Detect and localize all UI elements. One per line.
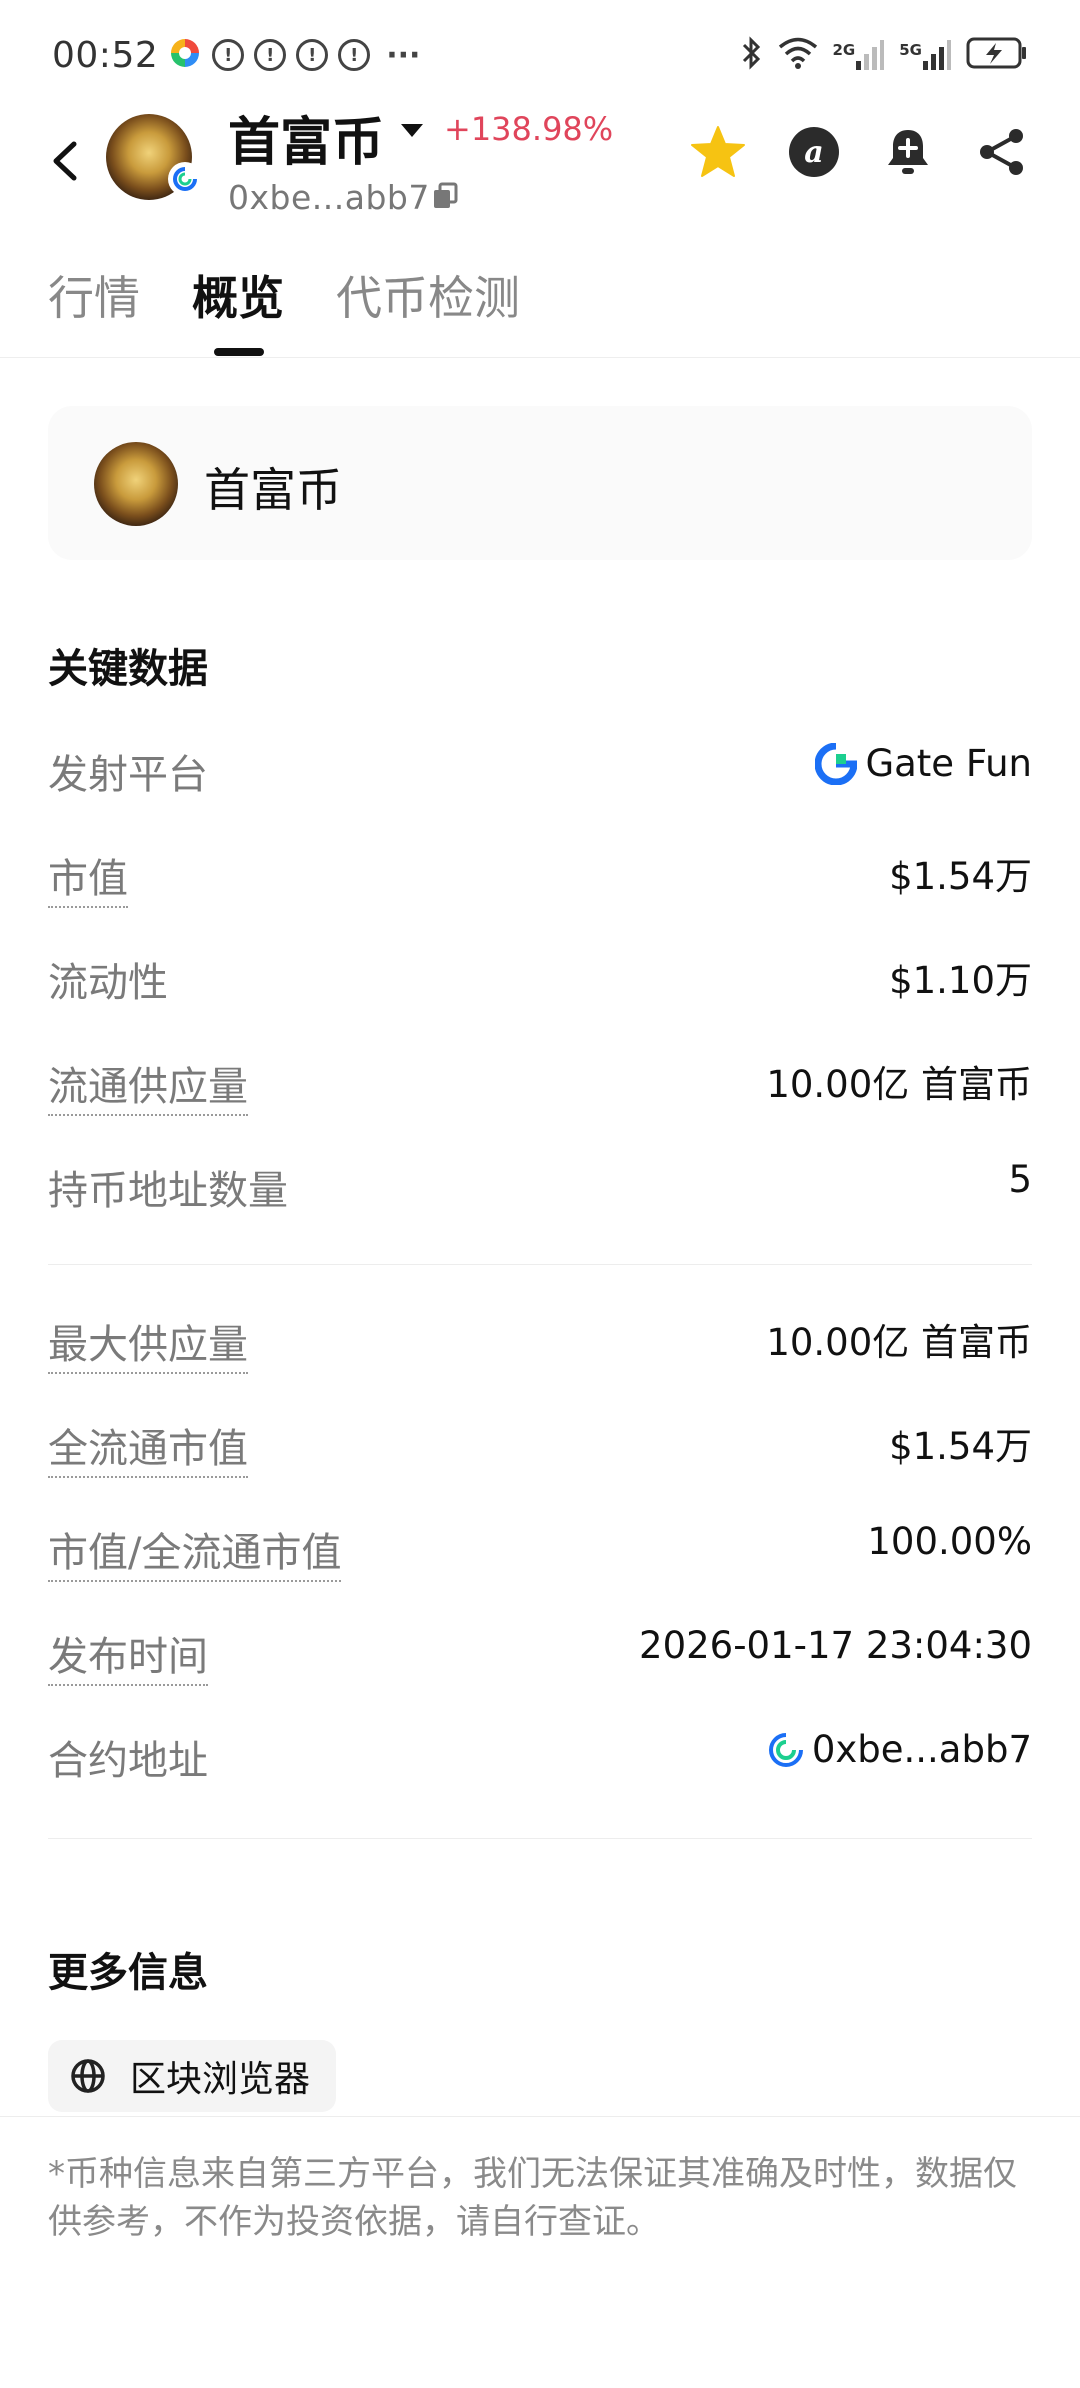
price-change-percent: +138.98% — [444, 110, 614, 148]
kv-value[interactable]: Gate Fun — [815, 742, 1032, 785]
share-icon — [980, 129, 1023, 175]
status-time: 00:52 — [52, 34, 159, 76]
ai-assistant-button[interactable]: a — [784, 122, 844, 182]
alert-notification-icon: ! — [296, 39, 329, 71]
active-tab-indicator — [214, 348, 264, 356]
kv-row-mc-fdv-ratio: 市值/全流通市值 100.00% — [48, 1514, 1032, 1582]
kv-label[interactable]: 市值 — [48, 846, 128, 908]
more-notifications-icon: ··· — [386, 37, 421, 73]
kv-value: 10.00亿 首富币 — [766, 1321, 1032, 1364]
signal-5g-icon: 5G — [899, 39, 952, 71]
copy-icon[interactable] — [432, 182, 458, 214]
kv-label: 流动性 — [48, 960, 168, 1006]
token-header: 首富币 +138.98% 0xbe...abb7 a — [0, 100, 1080, 230]
alert-notification-icon: ! — [254, 39, 287, 71]
star-icon — [691, 126, 745, 177]
token-avatar — [94, 442, 178, 526]
kv-value: 100.00% — [867, 1520, 1032, 1563]
kv-value: $1.10万 — [889, 959, 1032, 1002]
share-button[interactable] — [972, 122, 1032, 182]
chevron-left-icon — [53, 141, 77, 181]
block-explorer-button[interactable]: 区块浏览器 — [48, 2040, 336, 2112]
token-title[interactable]: 首富币 — [228, 100, 384, 175]
status-right-group: 2G 5G — [741, 35, 1029, 75]
key-data-title: 关键数据 — [48, 646, 208, 692]
token-name-card: 首富币 — [48, 406, 1032, 560]
kv-row-circulating-supply: 流通供应量 10.00亿 首富币 — [48, 1048, 1032, 1116]
gate-logo-icon — [815, 742, 858, 785]
kv-value: $1.54万 — [889, 1425, 1032, 1468]
kv-label[interactable]: 市值/全流通市值 — [48, 1520, 342, 1582]
kv-row-fdv: 全流通市值 $1.54万 — [48, 1410, 1032, 1478]
kv-row-launch-time: 发布时间 2026-01-17 23:04:30 — [48, 1618, 1032, 1686]
kv-label: 发射平台 — [48, 752, 208, 798]
globe-icon — [71, 2059, 105, 2093]
kv-label: 合约地址 — [48, 1738, 208, 1784]
gate-badge-icon — [768, 1732, 803, 1767]
app-notification-icon — [168, 36, 202, 74]
tab-token-check[interactable]: 代币检测 — [336, 262, 520, 328]
kv-label[interactable]: 全流通市值 — [48, 1416, 248, 1478]
kv-row-liquidity: 流动性 $1.10万 — [48, 944, 1032, 1006]
back-button[interactable] — [44, 130, 88, 192]
disclaimer-text: *币种信息来自第三方平台，我们无法保证其准确及时性，数据仅供参考，不作为投资依据… — [48, 2154, 1017, 2242]
divider — [48, 1838, 1032, 1839]
contract-address-value[interactable]: 0xbe...abb7 — [768, 1728, 1032, 1771]
price-alert-button[interactable] — [878, 122, 938, 182]
favorite-button[interactable] — [688, 122, 748, 182]
svg-text:a: a — [804, 135, 823, 170]
kv-label[interactable]: 流通供应量 — [48, 1054, 248, 1116]
bell-add-icon — [888, 130, 928, 174]
alert-notification-icon: ! — [338, 39, 371, 71]
tab-overview[interactable]: 概览 — [192, 262, 284, 328]
more-info-title: 更多信息 — [48, 1950, 208, 1996]
contract-address-text: 0xbe...abb7 — [811, 1728, 1032, 1771]
battery-charging-icon — [966, 36, 1028, 74]
kv-row-max-supply: 最大供应量 10.00亿 首富币 — [48, 1306, 1032, 1374]
kv-row-contract-address: 合约地址 0xbe...abb7 — [48, 1722, 1032, 1784]
gate-badge-icon — [168, 162, 202, 196]
kv-value: 10.00亿 首富币 — [766, 1063, 1032, 1106]
token-overview-screen: 00:52 ! ! ! ! ··· 2G 5G 首富币 +138.98% 0xb… — [0, 0, 1080, 2388]
divider — [48, 1264, 1032, 1265]
status-bar: 00:52 ! ! ! ! ··· 2G 5G — [0, 0, 1080, 110]
tab-market[interactable]: 行情 — [48, 262, 140, 328]
signal-2g-icon: 2G — [833, 39, 886, 71]
alert-notification-icon: ! — [212, 39, 245, 71]
token-address[interactable]: 0xbe...abb7 — [228, 178, 430, 217]
kv-value: 5 — [1008, 1158, 1032, 1201]
kv-label[interactable]: 最大供应量 — [48, 1312, 248, 1374]
divider — [0, 2116, 1080, 2117]
kv-value: 2026-01-17 23:04:30 — [639, 1624, 1032, 1667]
token-name: 首富币 — [204, 463, 342, 517]
platform-name: Gate Fun — [865, 742, 1032, 785]
tab-bar: 行情 概览 代币检测 — [0, 262, 1080, 358]
bluetooth-icon — [741, 35, 763, 75]
ai-assistant-icon: a — [789, 127, 839, 177]
wifi-icon — [777, 36, 819, 74]
block-explorer-label: 区块浏览器 — [130, 2059, 311, 2100]
kv-row-platform: 发射平台 Gate Fun — [48, 736, 1032, 798]
kv-value: $1.54万 — [889, 855, 1032, 898]
kv-row-market-cap: 市值 $1.54万 — [48, 840, 1032, 908]
kv-row-holders: 持币地址数量 5 — [48, 1152, 1032, 1214]
caret-down-icon[interactable] — [400, 122, 424, 142]
kv-label: 持币地址数量 — [48, 1168, 288, 1214]
kv-label[interactable]: 发布时间 — [48, 1624, 208, 1686]
